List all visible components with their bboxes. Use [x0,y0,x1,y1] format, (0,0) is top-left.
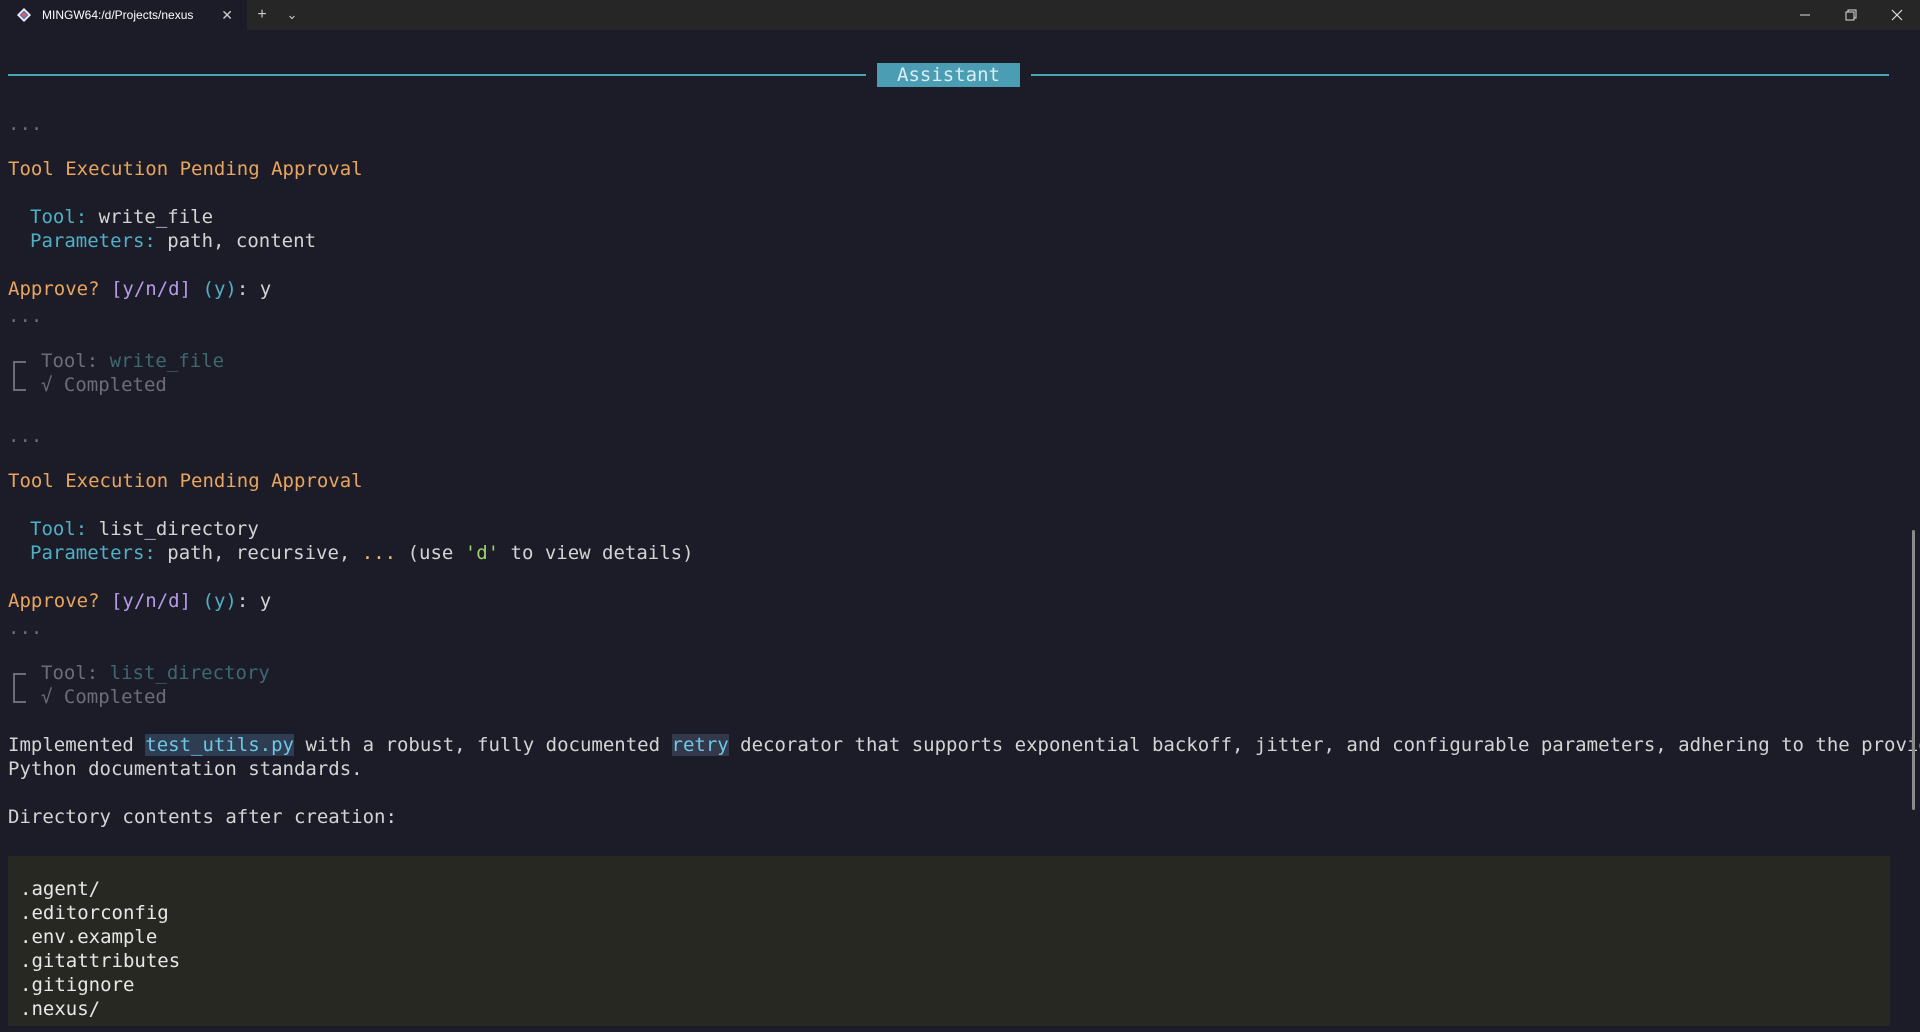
tool-label: Tool: [30,206,88,228]
approve-options: [y/n/d] [110,590,192,612]
git-bash-icon [17,8,31,22]
params-more: ... [361,542,397,564]
hint-post: to view details) [499,542,694,564]
list-item: .nexus/ [20,998,101,1020]
pending-title: Tool Execution Pending Approval [8,158,363,180]
params-value: path, recursive, [167,542,351,564]
separator-left [8,74,866,76]
tool-result-bracket [13,673,26,703]
list-item: .agent/ [20,878,101,900]
tool-line: Tool: list_directory [30,517,259,541]
list-item: .env.example [20,926,158,948]
file-name-highlight: test_utils.py [145,734,294,756]
completed-status: √ Completed [41,374,167,396]
list-item: .gitignore [20,974,135,996]
tool-result-line: Tool: list_directory [41,661,270,685]
pending-title: Tool Execution Pending Approval [8,470,363,492]
approve-default: (y) [202,590,237,612]
tool-name: write_file [98,206,214,228]
summary-text: with a robust, fully documented [294,734,672,756]
params-line: Parameters: path, content [30,229,316,253]
minimize-icon [1800,14,1810,16]
scrollbar-thumb[interactable] [1912,530,1915,810]
completed-status: √ Completed [41,686,167,708]
summary-text: Implemented [8,734,146,756]
params-line: Parameters: path, recursive, ... (use 'd… [30,541,694,565]
summary-line-2: Python documentation standards. [8,758,363,780]
summary-line-1: Implemented test_utils.py with a robust,… [8,733,1920,757]
tool-line: Tool: write_file [30,205,213,229]
ellipsis: ... [8,617,43,639]
approve-prompt: Approve? [y/n/d] (y): y [8,589,271,613]
maximize-button[interactable] [1828,0,1874,30]
approve-prompt: Approve? [y/n/d] (y): y [8,277,271,301]
terminal-tab[interactable]: MINGW64:/d/Projects/nexus ✕ [0,0,247,30]
ellipsis: ... [8,113,43,135]
summary-text: decorator that supports exponential back… [728,734,1920,756]
tab-dropdown-icon[interactable]: ⌄ [277,0,307,30]
tab-title: MINGW64:/d/Projects/nexus [42,8,194,22]
params-value: path, content [167,230,317,252]
ellipsis: ... [8,425,43,447]
approve-colon: : [236,278,249,300]
tab-close-icon[interactable]: ✕ [221,7,233,23]
title-bar: MINGW64:/d/Projects/nexus ✕ + ⌄ [0,0,1920,30]
tool-label: Tool: [41,662,99,684]
hint-key: 'd' [464,542,500,564]
list-item: .gitattributes [20,950,181,972]
tool-name: list_directory [109,662,270,684]
close-icon [1891,9,1903,21]
tool-name: list_directory [98,518,259,540]
approve-answer: y [259,278,272,300]
restore-icon [1845,9,1857,21]
tool-label: Tool: [41,350,99,372]
params-label: Parameters: [30,542,156,564]
tool-label: Tool: [30,518,88,540]
approve-colon: : [236,590,249,612]
close-window-button[interactable] [1874,0,1920,30]
approve-answer: y [259,590,272,612]
window-controls [1782,0,1920,30]
assistant-banner: Assistant [877,63,1020,87]
new-tab-button[interactable]: + [247,0,277,30]
approve-label: Approve? [8,278,100,300]
approve-options: [y/n/d] [110,278,192,300]
list-item: .editorconfig [20,902,169,924]
approve-default: (y) [202,278,237,300]
decorator-highlight: retry [671,734,729,756]
tool-name: write_file [109,350,225,372]
approve-label: Approve? [8,590,100,612]
directory-heading: Directory contents after creation: [8,806,397,828]
minimize-button[interactable] [1782,0,1828,30]
tool-result-bracket [13,361,26,391]
ellipsis: ... [8,305,43,327]
tool-result-line: Tool: write_file [41,349,224,373]
separator-right [1031,74,1889,76]
directory-listing: .agent/ .editorconfig .env.example .gita… [8,856,1890,1026]
params-label: Parameters: [30,230,156,252]
hint-pre: (use [407,542,465,564]
